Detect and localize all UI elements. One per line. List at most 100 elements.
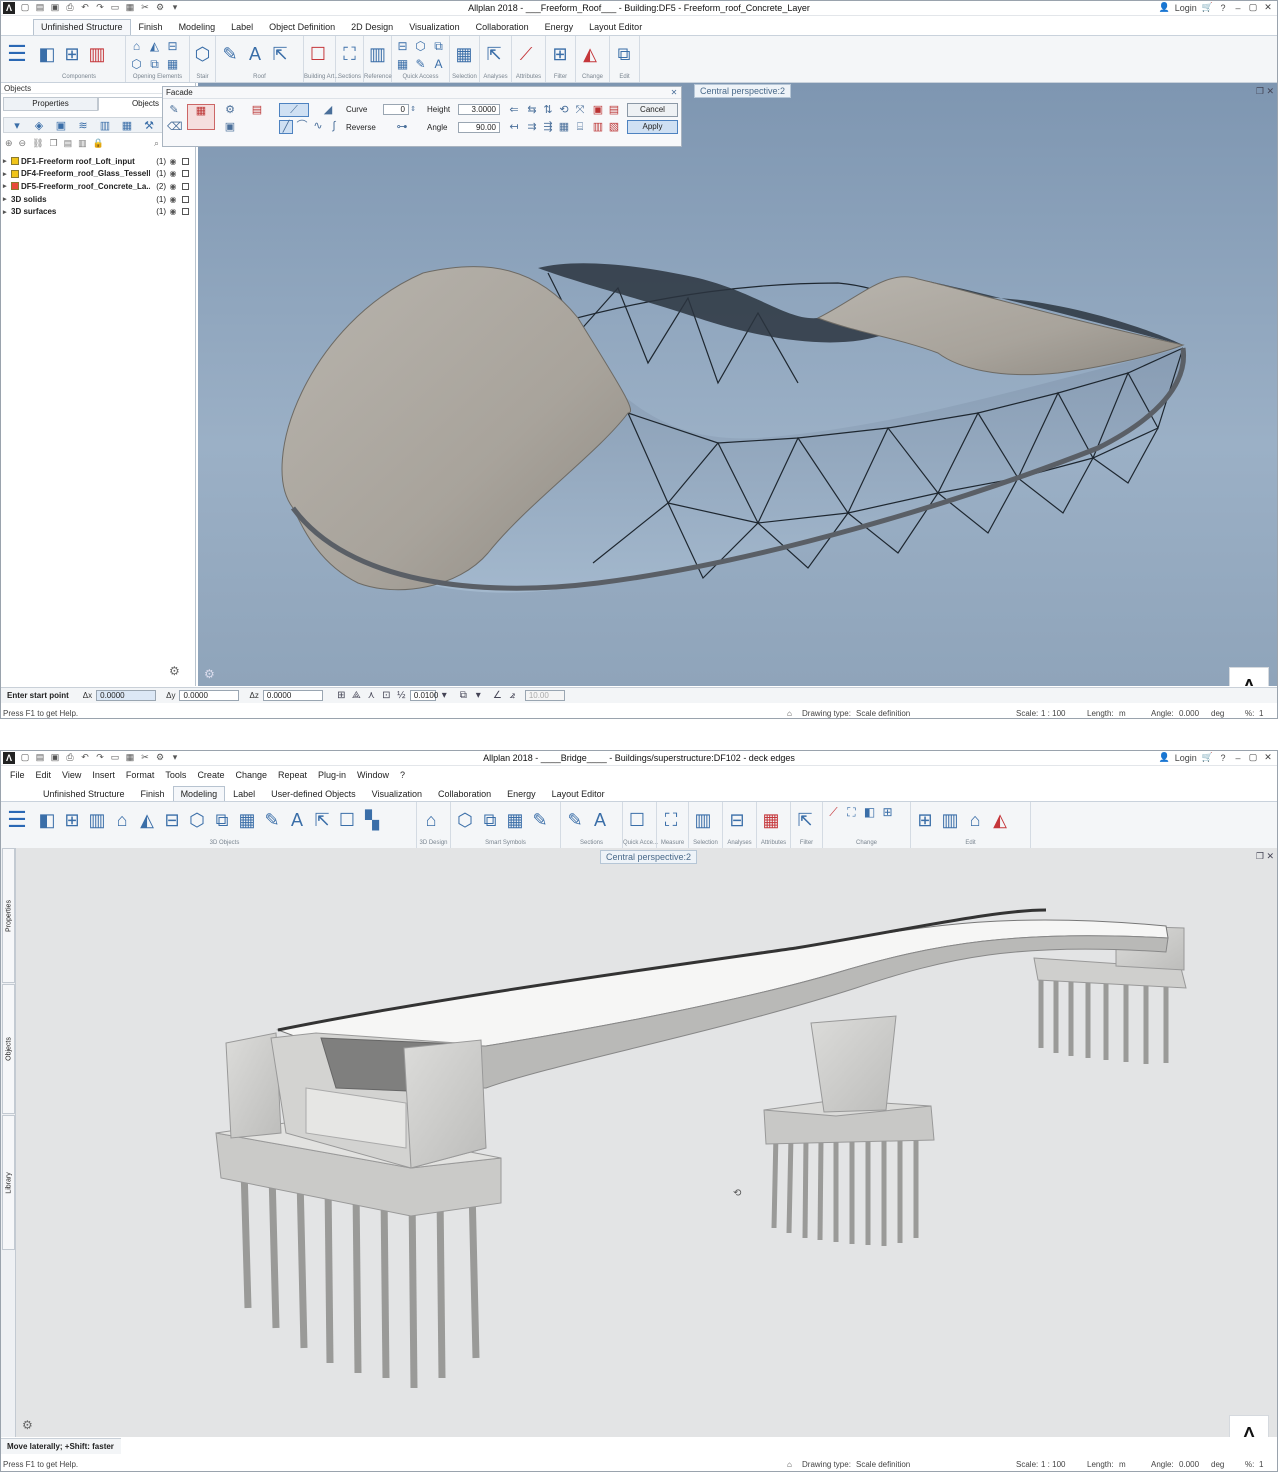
structure-view-icon[interactable]: ⚒ <box>140 119 158 132</box>
row-checkbox[interactable] <box>182 195 189 203</box>
cancel-button[interactable]: Cancel <box>627 103 678 117</box>
tree-row[interactable]: ▸ 3D solids (1) ◉ <box>3 193 189 206</box>
material-view-icon[interactable]: ▥ <box>96 119 114 132</box>
ribbon-tool-icon[interactable]: ▦ <box>236 805 258 835</box>
angle-status-value[interactable]: 0.000 <box>1179 1460 1199 1469</box>
login-link[interactable]: Login <box>1175 3 1197 13</box>
building-view-icon[interactable]: ▦ <box>118 119 136 132</box>
ribbon-tool-icon[interactable]: ✎ <box>529 805 551 835</box>
line-mode-icon[interactable]: ⟋ <box>279 103 309 117</box>
menu-format[interactable]: Format <box>126 770 155 780</box>
reverse-toggle-icon[interactable]: ⊶ <box>387 121 417 133</box>
angle-snap-icon[interactable]: ∠ <box>491 690 504 701</box>
login-link[interactable]: Login <box>1175 753 1197 763</box>
tab-unfinished-structure[interactable]: Unfinished Structure <box>35 786 133 802</box>
dz-input[interactable]: 0.0000 <box>262 690 323 701</box>
tab-label[interactable]: Label <box>225 786 263 802</box>
ribbon-tool-icon[interactable]: ▦ <box>760 805 782 835</box>
expand-arrow-icon[interactable]: ▸ <box>3 195 11 203</box>
ribbon-tool-icon[interactable]: ☐ <box>307 39 329 69</box>
expand-arrow-icon[interactable]: ▸ <box>3 170 11 178</box>
ribbon-tool-icon[interactable]: ▥ <box>692 805 714 835</box>
tab-energy[interactable]: Energy <box>499 786 544 802</box>
ribbon-tool-icon[interactable]: ▦ <box>504 805 526 835</box>
main-menu-icon[interactable]: ☰ <box>5 40 29 68</box>
menu-plug-in[interactable]: Plug-in <box>318 770 346 780</box>
panel-flip-icon[interactable]: ⤧ <box>573 104 587 116</box>
tab-collaboration[interactable]: Collaboration <box>468 19 537 35</box>
ribbon-tool-icon[interactable]: ⌂ <box>36 72 58 73</box>
ribbon-tool-icon[interactable]: ⌂ <box>367 72 388 73</box>
ribbon-tool-icon[interactable]: ⇱ <box>311 805 333 835</box>
curve-spinner-icon[interactable]: ⇕ <box>409 104 417 116</box>
close-button[interactable]: ✕ <box>1263 752 1273 763</box>
tab-label[interactable]: Label <box>223 19 261 35</box>
menu-insert[interactable]: Insert <box>92 770 115 780</box>
menu-edit[interactable]: Edit <box>36 770 52 780</box>
menu-tools[interactable]: Tools <box>165 770 186 780</box>
ribbon-tool-icon[interactable]: ⟋ <box>515 39 537 69</box>
minimize-button[interactable]: – <box>1233 3 1243 13</box>
shift-x-icon[interactable]: ⇉ <box>525 121 539 133</box>
navigation-settings-icon[interactable]: ⚙ <box>22 1418 33 1432</box>
mirror-x-icon[interactable]: ⇆ <box>525 104 539 116</box>
ribbon-tool-icon[interactable]: ⇱ <box>269 39 291 69</box>
cart-icon[interactable]: 🛒 <box>1202 752 1213 763</box>
menu-repeat[interactable]: Repeat <box>278 770 307 780</box>
arrow-back-icon[interactable]: ↤ <box>507 121 521 133</box>
tab-2d-design[interactable]: 2D Design <box>343 19 401 35</box>
ribbon-tool-icon[interactable]: ⟋ <box>826 805 841 820</box>
arc-icon[interactable]: ⌒ <box>295 120 309 132</box>
percent-value[interactable]: 1 <box>1259 709 1263 718</box>
shift-y-icon[interactable]: ⇶ <box>541 121 555 133</box>
visibility-eye-icon[interactable]: ◉ <box>166 182 180 191</box>
ribbon-tool-icon[interactable]: ⧉ <box>431 39 446 54</box>
grid-snap-icon[interactable]: ⊡ <box>380 690 393 701</box>
ribbon-tool-icon[interactable]: ⊞ <box>61 805 83 835</box>
ribbon-tool-icon[interactable]: ⧉ <box>147 57 162 72</box>
angle-unit[interactable]: deg <box>1211 709 1224 718</box>
length-value[interactable]: m <box>1119 1460 1126 1469</box>
ribbon-tool-icon[interactable]: ⬡ <box>193 39 212 69</box>
ribbon-tool-icon[interactable]: ◭ <box>989 805 1011 835</box>
side-tab-properties[interactable]: Properties <box>2 848 15 983</box>
tab-layout-editor[interactable]: Layout Editor <box>581 19 650 35</box>
ribbon-tool-icon[interactable]: ◧ <box>36 39 58 69</box>
copy-icon[interactable]: ❐ <box>50 138 58 149</box>
scale-value[interactable]: 1 : 100 <box>1041 1460 1065 1469</box>
expand-arrow-icon[interactable]: ▸ <box>3 208 11 216</box>
ribbon-tool-icon[interactable]: ⊞ <box>549 39 571 69</box>
ribbon-tool-icon[interactable]: ▦ <box>395 57 410 72</box>
panel-red-a-icon[interactable]: ▣ <box>591 104 605 116</box>
brush-icon[interactable]: ⌫ <box>167 121 183 133</box>
panel-stair-icon[interactable]: ⌸ <box>573 121 587 133</box>
drawing-type-value[interactable]: Scale definition <box>856 709 910 718</box>
ribbon-tool-icon[interactable]: ⊟ <box>161 805 183 835</box>
tree-row[interactable]: ▸ DF1-Freeform roof_Loft_input (1) ◉ <box>3 155 189 168</box>
arrow-left-icon[interactable]: ⇐ <box>507 104 521 116</box>
dy-input[interactable]: 0.0000 <box>179 690 240 701</box>
ribbon-tool-icon[interactable]: ⊟ <box>726 805 748 835</box>
visibility-eye-icon[interactable]: ◉ <box>166 169 180 178</box>
ungroup-icon[interactable]: ▥ <box>78 138 87 149</box>
menu-window[interactable]: Window <box>357 770 389 780</box>
menu-create[interactable]: Create <box>197 770 224 780</box>
ribbon-tool-icon[interactable]: ▦ <box>453 39 475 69</box>
ribbon-tool-icon[interactable]: ⬡ <box>129 57 144 72</box>
row-checkbox[interactable] <box>182 170 189 178</box>
ribbon-tool-icon[interactable]: ⊟ <box>165 39 180 54</box>
layer-view-icon[interactable]: ◈ <box>30 119 48 132</box>
tab-modeling[interactable]: Modeling <box>172 786 226 802</box>
row-checkbox[interactable] <box>182 182 189 190</box>
ribbon-tool-icon[interactable]: ⌂ <box>129 39 144 54</box>
ribbon-tool-icon[interactable]: ⧉ <box>211 805 233 835</box>
ribbon-tool-icon[interactable]: ⧉ <box>479 805 501 835</box>
drawing-type-value[interactable]: Scale definition <box>856 1460 910 1469</box>
snap-distance-input[interactable]: 0.0100 <box>409 690 438 701</box>
mirror-y-icon[interactable]: ⇅ <box>541 104 555 116</box>
tab-visualization[interactable]: Visualization <box>401 19 467 35</box>
ribbon-tool-icon[interactable]: ◧ <box>862 805 877 820</box>
dropdown-icon[interactable]: ▾ <box>8 119 26 132</box>
wave-icon[interactable]: ∿ <box>311 120 325 132</box>
ribbon-tool-icon[interactable]: ▥ <box>939 805 961 835</box>
